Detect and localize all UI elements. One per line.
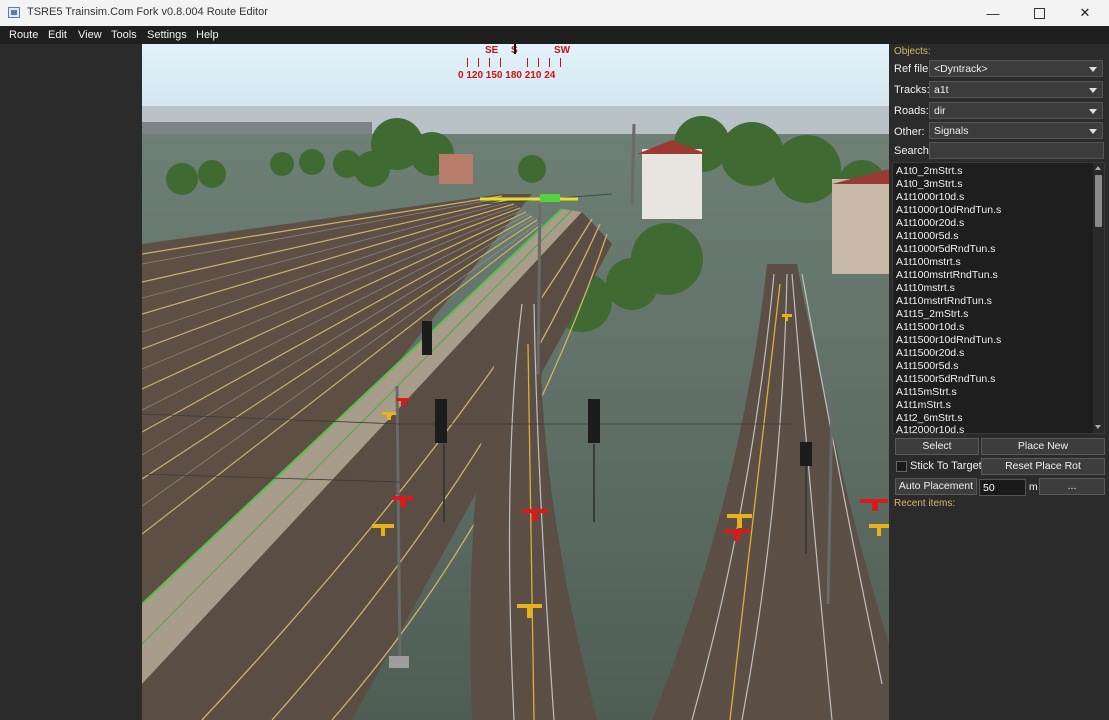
app-icon [8, 7, 20, 18]
roads-value: dir [934, 105, 946, 117]
compass-degrees: 0 120 150 180 210 24 [458, 70, 556, 81]
list-item[interactable]: A1t1000r5dRndTun.s [896, 243, 995, 255]
select-button[interactable]: Select [895, 438, 979, 455]
chevron-down-icon [1089, 109, 1097, 114]
minimize-icon: — [986, 5, 1000, 21]
chevron-down-icon [1089, 67, 1097, 72]
scroll-down-icon[interactable] [1095, 425, 1101, 429]
tracks-label: Tracks: [894, 84, 930, 96]
compass-tick [527, 58, 528, 67]
list-item[interactable]: A1t2_6mStrt.s [896, 412, 963, 424]
stick-to-target-checkbox[interactable] [896, 461, 907, 472]
maximize-button[interactable] [1016, 0, 1062, 26]
list-scrollbar[interactable] [1093, 163, 1104, 433]
compass-tick [489, 58, 490, 67]
menu-bar: Route Edit View Tools Settings Help [0, 26, 1109, 44]
compass-tick [560, 58, 561, 67]
menu-view[interactable]: View [78, 29, 102, 41]
compass-dir-sw: SW [554, 45, 571, 56]
scroll-up-icon[interactable] [1095, 166, 1101, 170]
list-item[interactable]: A1t1000r10d.s [896, 191, 964, 203]
objects-panel: Objects: Ref file: <Dyntrack> Tracks: a1… [889, 44, 1109, 720]
list-item[interactable]: A1t15mStrt.s [896, 386, 957, 398]
search-input[interactable] [929, 142, 1104, 159]
search-label: Search: [894, 145, 932, 157]
chevron-down-icon [1089, 88, 1097, 93]
compass-center-marker [514, 44, 516, 54]
compass-dir-se: SE [485, 45, 499, 56]
roads-label: Roads: [894, 105, 929, 117]
menu-tools[interactable]: Tools [111, 29, 137, 41]
list-item[interactable]: A1t1mStrt.s [896, 399, 951, 411]
route-3d-viewport[interactable]: SE S SW 0 120 150 180 210 24 [142, 44, 889, 720]
stick-to-target-label: Stick To Target [910, 460, 982, 472]
scene-render [142, 44, 889, 720]
distance-unit: m [1029, 481, 1038, 493]
list-item[interactable]: A1t0_2mStrt.s [896, 165, 963, 177]
compass-tick [467, 58, 468, 67]
list-item[interactable]: A1t1500r20d.s [896, 347, 964, 359]
ref-file-label: Ref file: [894, 63, 932, 75]
reset-place-rot-button[interactable]: Reset Place Rot [981, 458, 1105, 475]
list-item[interactable]: A1t100mstrtRndTun.s [896, 269, 998, 281]
list-item[interactable]: A1t1000r10dRndTun.s [896, 204, 1001, 216]
more-options-button[interactable]: ... [1039, 478, 1105, 495]
maximize-icon [1033, 7, 1045, 19]
title-bar: TSRE5 Trainsim.Com Fork v0.8.004 Route E… [0, 0, 1109, 26]
list-item[interactable]: A1t1000r5d.s [896, 230, 958, 242]
list-item[interactable]: A1t1500r5d.s [896, 360, 958, 372]
compass-heading: SE S SW 0 120 150 180 210 24 [455, 44, 575, 84]
auto-placement-distance-input[interactable] [979, 479, 1026, 496]
recent-items-label: Recent items: [894, 498, 956, 509]
menu-edit[interactable]: Edit [48, 29, 67, 41]
compass-tick [538, 58, 539, 67]
compass-tick [478, 58, 479, 67]
other-combo[interactable]: Signals [929, 122, 1103, 139]
list-item[interactable]: A1t10mstrtRndTun.s [896, 295, 992, 307]
list-item[interactable]: A1t2000r10d.s [896, 424, 964, 433]
tracks-value: a1t [934, 84, 949, 96]
list-item[interactable]: A1t0_3mStrt.s [896, 178, 963, 190]
scroll-thumb[interactable] [1095, 175, 1102, 227]
list-item[interactable]: A1t1500r5dRndTun.s [896, 373, 995, 385]
list-item[interactable]: A1t10mstrt.s [896, 282, 955, 294]
place-new-button[interactable]: Place New [981, 438, 1105, 455]
compass-tick [500, 58, 501, 67]
other-value: Signals [934, 125, 969, 137]
other-label: Other: [894, 126, 925, 138]
menu-help[interactable]: Help [196, 29, 219, 41]
roads-combo[interactable]: dir [929, 102, 1103, 119]
left-tool-panel [0, 44, 142, 720]
list-item[interactable]: A1t100mstrt.s [896, 256, 961, 268]
objects-label: Objects: [894, 46, 931, 57]
menu-route[interactable]: Route [9, 29, 38, 41]
list-item[interactable]: A1t1500r10dRndTun.s [896, 334, 1001, 346]
window-title: TSRE5 Trainsim.Com Fork v0.8.004 Route E… [27, 6, 268, 18]
close-icon: ✕ [1079, 5, 1091, 20]
minimize-button[interactable]: — [970, 0, 1016, 26]
list-item[interactable]: A1t1000r20d.s [896, 217, 964, 229]
recent-items-list[interactable] [892, 510, 1106, 718]
list-item[interactable]: A1t1500r10d.s [896, 321, 964, 333]
tracks-combo[interactable]: a1t [929, 81, 1103, 98]
ref-file-combo[interactable]: <Dyntrack> [929, 60, 1103, 77]
auto-placement-button[interactable]: Auto Placement [895, 478, 977, 495]
close-button[interactable]: ✕ [1062, 0, 1108, 26]
ref-file-value: <Dyntrack> [934, 63, 988, 75]
list-item[interactable]: A1t15_2mStrt.s [896, 308, 968, 320]
compass-tick [549, 58, 550, 67]
chevron-down-icon [1089, 129, 1097, 134]
object-list[interactable]: A1t0_2mStrt.s A1t0_3mStrt.s A1t1000r10d.… [892, 162, 1105, 434]
menu-settings[interactable]: Settings [147, 29, 187, 41]
